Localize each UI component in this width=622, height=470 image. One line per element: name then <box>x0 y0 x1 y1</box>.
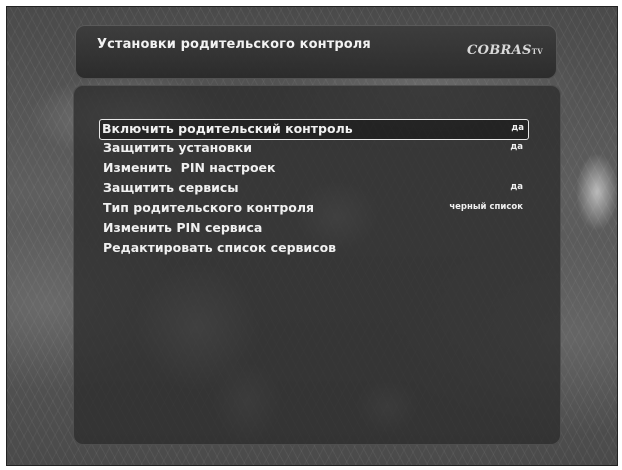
brand-logo-text: COBRAS <box>467 43 532 58</box>
menu-item-value: да <box>510 142 523 152</box>
menu-item-value: да <box>511 123 524 133</box>
menu-item-label: Изменить PIN сервиса <box>103 220 263 235</box>
menu-item-label: Тип родительского контроля <box>103 200 315 215</box>
header-bar: Установки родительского контроля COBRAST… <box>75 25 557 79</box>
menu-panel: Включить родительский контроль да Защити… <box>73 85 561 445</box>
menu-item-label: Изменить PIN настроек <box>103 160 276 175</box>
menu-item-parental-control-type[interactable]: Тип родительского контроля черный список <box>101 199 527 218</box>
menu-item-protect-settings[interactable]: Защитить установки да <box>101 139 527 158</box>
menu-item-edit-service-list[interactable]: Редактировать список сервисов <box>101 239 527 258</box>
brand-logo-suffix: TV <box>531 47 543 56</box>
menu-item-value: черный список <box>449 202 523 212</box>
menu-item-change-service-pin[interactable]: Изменить PIN сервиса <box>101 219 527 238</box>
menu-item-label: Защитить сервисы <box>103 180 239 195</box>
menu-item-enable-parental-control[interactable]: Включить родительский контроль да <box>99 119 529 140</box>
menu-item-change-settings-pin[interactable]: Изменить PIN настроек <box>101 159 527 178</box>
menu-item-label: Включить родительский контроль <box>102 121 353 136</box>
tv-screen: Установки родительского контроля COBRAST… <box>6 6 618 466</box>
menu-item-protect-services[interactable]: Защитить сервисы да <box>101 179 527 198</box>
menu-item-value: да <box>510 182 523 192</box>
menu-item-label: Редактировать список сервисов <box>103 240 337 255</box>
menu-item-label: Защитить установки <box>103 140 253 155</box>
brand-logo: COBRASTV <box>467 43 543 58</box>
page-title: Установки родительского контроля <box>97 37 371 52</box>
